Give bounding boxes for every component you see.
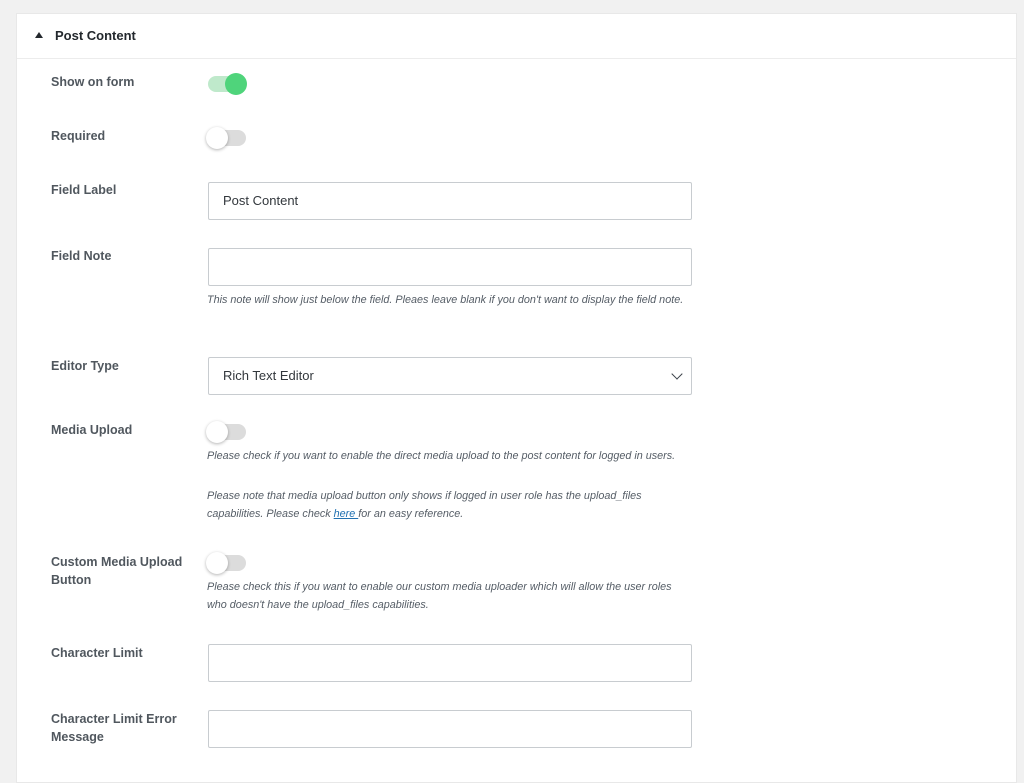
field-label-label: Field Label — [51, 183, 117, 197]
character-limit-input[interactable] — [208, 644, 692, 682]
editor-type-select[interactable]: Rich Text Editor — [208, 357, 692, 395]
field-label-input[interactable]: Post Content — [208, 182, 692, 220]
field-note-label: Field Note — [51, 249, 112, 263]
character-limit-error-input[interactable] — [208, 710, 692, 748]
media-upload-help: Please check if you want to enable the d… — [207, 450, 676, 462]
toggle-knob — [206, 421, 228, 443]
editor-type-value: Rich Text Editor — [223, 368, 314, 383]
toggle-knob — [206, 552, 228, 574]
show-on-form-label: Show on form — [51, 75, 135, 89]
required-label: Required — [51, 129, 106, 143]
post-content-panel: Post Content Show on form Required Field… — [16, 13, 1017, 783]
media-upload-label: Media Upload — [51, 423, 133, 437]
chevron-down-icon — [671, 368, 683, 380]
section-header[interactable]: Post Content — [17, 14, 1016, 59]
field-note-input[interactable] — [208, 248, 692, 286]
character-limit-error-label-line1: Character Limit Error — [51, 712, 177, 726]
editor-type-label: Editor Type — [51, 359, 119, 373]
show-on-form-toggle[interactable] — [208, 73, 247, 95]
reference-link[interactable]: here — [334, 508, 359, 520]
caret-up-icon[interactable] — [35, 32, 43, 38]
required-toggle[interactable] — [206, 127, 246, 149]
media-upload-help-2-tail: for an easy reference. — [358, 508, 464, 520]
toggle-knob — [206, 127, 228, 149]
character-limit-error-label-line2: Message — [51, 730, 104, 744]
custom-media-upload-help: Please check this if you want to enable … — [207, 581, 672, 611]
section-title: Post Content — [55, 28, 136, 43]
media-upload-toggle[interactable] — [206, 421, 246, 443]
custom-media-upload-label: Custom Media Upload Button — [51, 553, 182, 589]
custom-media-upload-label-line2: Button — [51, 573, 92, 587]
toggle-knob — [225, 73, 247, 95]
custom-media-upload-toggle[interactable] — [206, 552, 246, 574]
custom-media-upload-label-line1: Custom Media Upload — [51, 555, 183, 569]
character-limit-error-label: Character Limit Error Message — [51, 710, 177, 746]
field-note-help: This note will show just below the field… — [207, 294, 684, 306]
character-limit-label: Character Limit — [51, 646, 143, 660]
media-upload-help-2: Please note that media upload button onl… — [207, 487, 687, 523]
